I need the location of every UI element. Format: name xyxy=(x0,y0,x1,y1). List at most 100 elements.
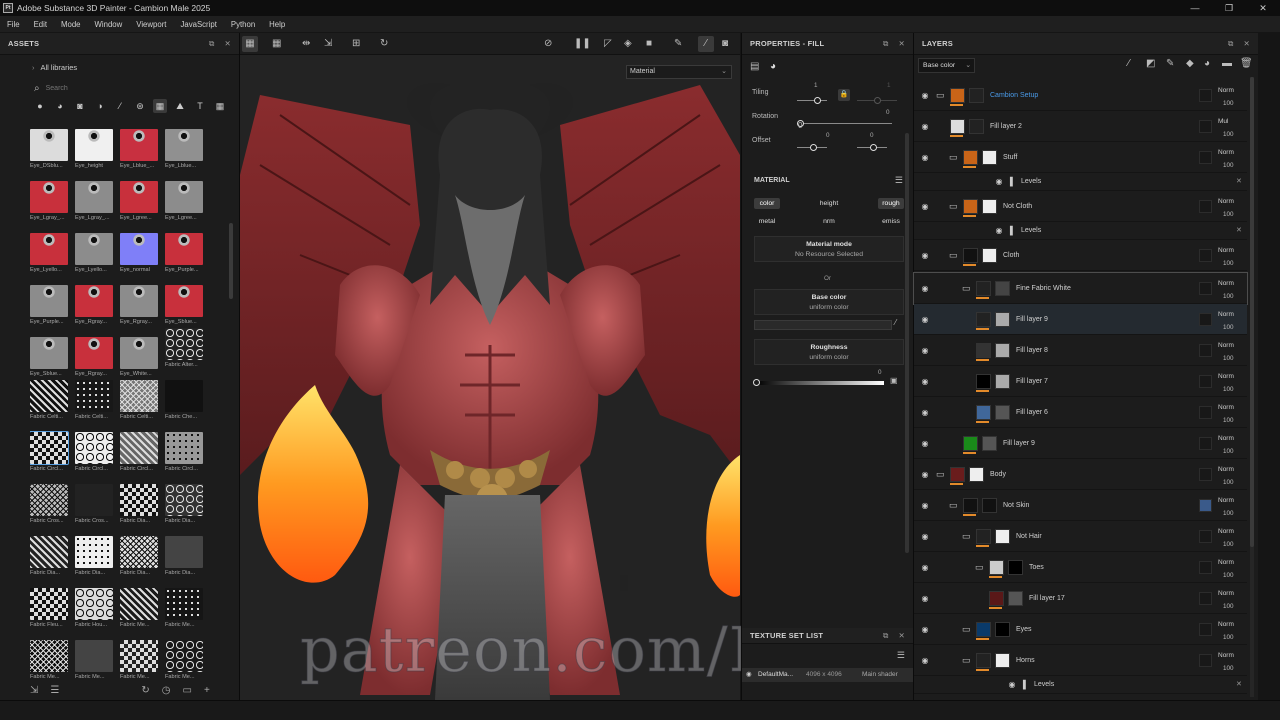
layer-color-tag[interactable] xyxy=(1199,622,1212,636)
layer-row[interactable]: ◉ ▭ Body Norm 100 xyxy=(914,459,1247,490)
opacity-value[interactable]: 100 xyxy=(1223,162,1234,169)
layer-name[interactable]: Fill layer 8 xyxy=(1016,347,1048,354)
eye-icon[interactable]: ◉ xyxy=(920,202,930,211)
picker-icon[interactable]: ▣ xyxy=(890,376,898,385)
asset-tile[interactable]: Eye_Rgray... xyxy=(75,328,113,378)
menu-icon[interactable]: ☰ xyxy=(897,650,905,661)
folder-icon[interactable]: ▭ xyxy=(949,250,958,261)
import-icon[interactable]: ⇲ xyxy=(30,685,38,696)
close-panel-icon[interactable]: ✕ xyxy=(899,39,905,49)
menu-window[interactable]: Window xyxy=(95,20,123,29)
asset-tile[interactable]: Eye_Purple... xyxy=(30,276,68,326)
layer-mask-thumbnail[interactable] xyxy=(969,118,984,134)
opacity-value[interactable]: 100 xyxy=(1223,634,1234,641)
camera-mode-icon[interactable]: ◸ xyxy=(604,36,612,52)
asset-tile[interactable]: Fabric Cros... xyxy=(75,484,113,534)
asset-tile[interactable]: Eye_Rgray... xyxy=(75,276,113,326)
menu-edit[interactable]: Edit xyxy=(34,20,47,29)
tiling-slider[interactable] xyxy=(797,100,827,101)
layer-mask-thumbnail[interactable] xyxy=(969,466,984,482)
folder-icon[interactable]: ▭ xyxy=(975,562,984,573)
layer-name[interactable]: Cambion Setup xyxy=(990,92,1038,99)
eye-icon[interactable]: ◉ xyxy=(920,594,930,603)
add-paint-layer-icon[interactable]: ✎ xyxy=(1166,58,1174,69)
layer-row[interactable]: ◉ Fill layer 7 Norm 100 xyxy=(914,366,1247,397)
hide-icon[interactable]: ⊘ xyxy=(544,36,552,52)
blend-mode-select[interactable]: Norm xyxy=(1218,497,1234,504)
asset-tile[interactable]: Fabric Me... xyxy=(165,588,203,638)
add-icon[interactable]: + xyxy=(204,685,210,696)
channel-height-button[interactable]: height xyxy=(814,198,844,209)
lock-icon[interactable]: 🔒 xyxy=(838,89,850,101)
offset-knob-2[interactable] xyxy=(870,144,877,151)
layer-color-tag[interactable] xyxy=(1199,436,1212,450)
blend-mode-select[interactable]: Norm xyxy=(1218,435,1234,442)
asset-tile[interactable]: Fabric Celti... xyxy=(75,380,113,430)
layer-row[interactable]: ◉ ▭ Toes Norm 100 xyxy=(914,552,1247,583)
asset-tile[interactable]: Fabric Me... xyxy=(120,640,158,690)
folder-icon[interactable]: ▭ xyxy=(962,655,971,666)
asset-tile[interactable]: Fabric Cros... xyxy=(30,484,68,534)
asset-tile[interactable]: Eye_Lgree... xyxy=(165,172,203,222)
viewport[interactable]: ▦ ▦ ⇹ ⇲ ⊞ ↻ ⊘ ❚❚ ◸ ◈ ■ ✎ ⁄ ◙ Material ⌄ … xyxy=(240,33,968,700)
layer-row[interactable]: ◉ ▭ Not Hair Norm 100 xyxy=(914,521,1247,552)
blend-mode-select[interactable]: Norm xyxy=(1218,198,1234,205)
pause-icon[interactable]: ❚❚ xyxy=(574,36,591,52)
eye-icon[interactable]: ◉ xyxy=(1007,680,1017,689)
texture-set-shader[interactable]: Main shader xyxy=(862,668,898,682)
menu-mode[interactable]: Mode xyxy=(61,20,81,29)
minimize-button[interactable]: — xyxy=(1178,0,1212,16)
layer-color-tag[interactable] xyxy=(1199,529,1212,543)
blend-mode-select[interactable]: Norm xyxy=(1218,404,1234,411)
symmetry-icon[interactable]: ⇹ xyxy=(302,36,310,52)
eye-icon[interactable]: ◉ xyxy=(920,346,930,355)
eye-icon[interactable]: ◉ xyxy=(920,532,930,541)
eye-icon[interactable]: ◉ xyxy=(920,563,930,572)
channel-nrm-button[interactable]: nrm xyxy=(817,216,841,227)
blend-mode-select[interactable]: Norm xyxy=(1218,87,1234,94)
folder-icon[interactable]: ▭ xyxy=(949,500,958,511)
pattern-filter-icon[interactable]: ▦ xyxy=(153,99,167,113)
opacity-value[interactable]: 100 xyxy=(1223,417,1234,424)
eye-icon[interactable]: ◉ xyxy=(920,439,930,448)
smart-material-filter-icon[interactable]: ◕ xyxy=(53,99,67,113)
blend-mode-select[interactable]: Norm xyxy=(1218,373,1234,380)
roughness-slider[interactable] xyxy=(756,381,884,385)
asset-tile[interactable]: Eye_normal xyxy=(120,224,158,274)
layer-mask-thumbnail[interactable] xyxy=(995,373,1010,389)
asset-tile[interactable]: Fabric Che... xyxy=(165,380,203,430)
folder-icon[interactable]: ▭ xyxy=(182,685,191,696)
blend-mode-select[interactable]: Norm xyxy=(1218,247,1234,254)
layer-name[interactable]: Horns xyxy=(1016,657,1035,664)
layer-effect-row[interactable]: ◉ ▐ Levels ✕ xyxy=(914,676,1247,694)
opacity-value[interactable]: 100 xyxy=(1223,510,1234,517)
folder-icon[interactable]: ▭ xyxy=(962,531,971,542)
layer-color-tag[interactable] xyxy=(1199,405,1212,419)
layers-scrollbar[interactable] xyxy=(1250,77,1254,697)
camera-icon[interactable]: ■ xyxy=(646,36,652,52)
add-effect-icon[interactable]: ⁄ xyxy=(1128,58,1130,69)
add-fill-layer-icon[interactable]: ◆ xyxy=(1186,58,1194,69)
eye-icon[interactable]: ◉ xyxy=(920,284,930,293)
eye-icon[interactable]: ◉ xyxy=(920,625,930,634)
blend-mode-select[interactable]: Norm xyxy=(1218,311,1234,318)
layer-mask-thumbnail[interactable] xyxy=(969,87,984,103)
opacity-value[interactable]: 100 xyxy=(1223,293,1234,300)
menu-file[interactable]: File xyxy=(7,20,20,29)
base-color-box[interactable]: Base color uniform color xyxy=(754,289,904,315)
add-folder-icon[interactable]: ▬ xyxy=(1222,58,1232,69)
asset-tile[interactable]: Eye_Lgray_... xyxy=(30,172,68,222)
layer-row[interactable]: ◉ Fill layer 8 Norm 100 xyxy=(914,335,1247,366)
texture-filter-icon[interactable]: ◑ xyxy=(93,99,107,113)
blend-mode-select[interactable]: Norm xyxy=(1218,466,1234,473)
undock-icon[interactable]: ⧉ xyxy=(1228,39,1234,49)
layer-row[interactable]: ◉ ▭ Fine Fabric White Norm 100 xyxy=(913,272,1248,305)
menu-icon[interactable]: ☰ xyxy=(895,175,903,186)
screenshot-icon[interactable]: ◙ xyxy=(722,36,728,52)
layer-row[interactable]: ◉ Fill layer 9 Norm 100 xyxy=(914,428,1247,459)
asset-tile[interactable]: Fabric Alter... xyxy=(165,328,203,378)
eye-icon[interactable]: ◉ xyxy=(920,408,930,417)
asset-tile[interactable]: Eye_Purple... xyxy=(165,224,203,274)
folder-icon[interactable]: ▭ xyxy=(962,624,971,635)
asset-tile[interactable]: Fabric Dia... xyxy=(120,484,158,534)
